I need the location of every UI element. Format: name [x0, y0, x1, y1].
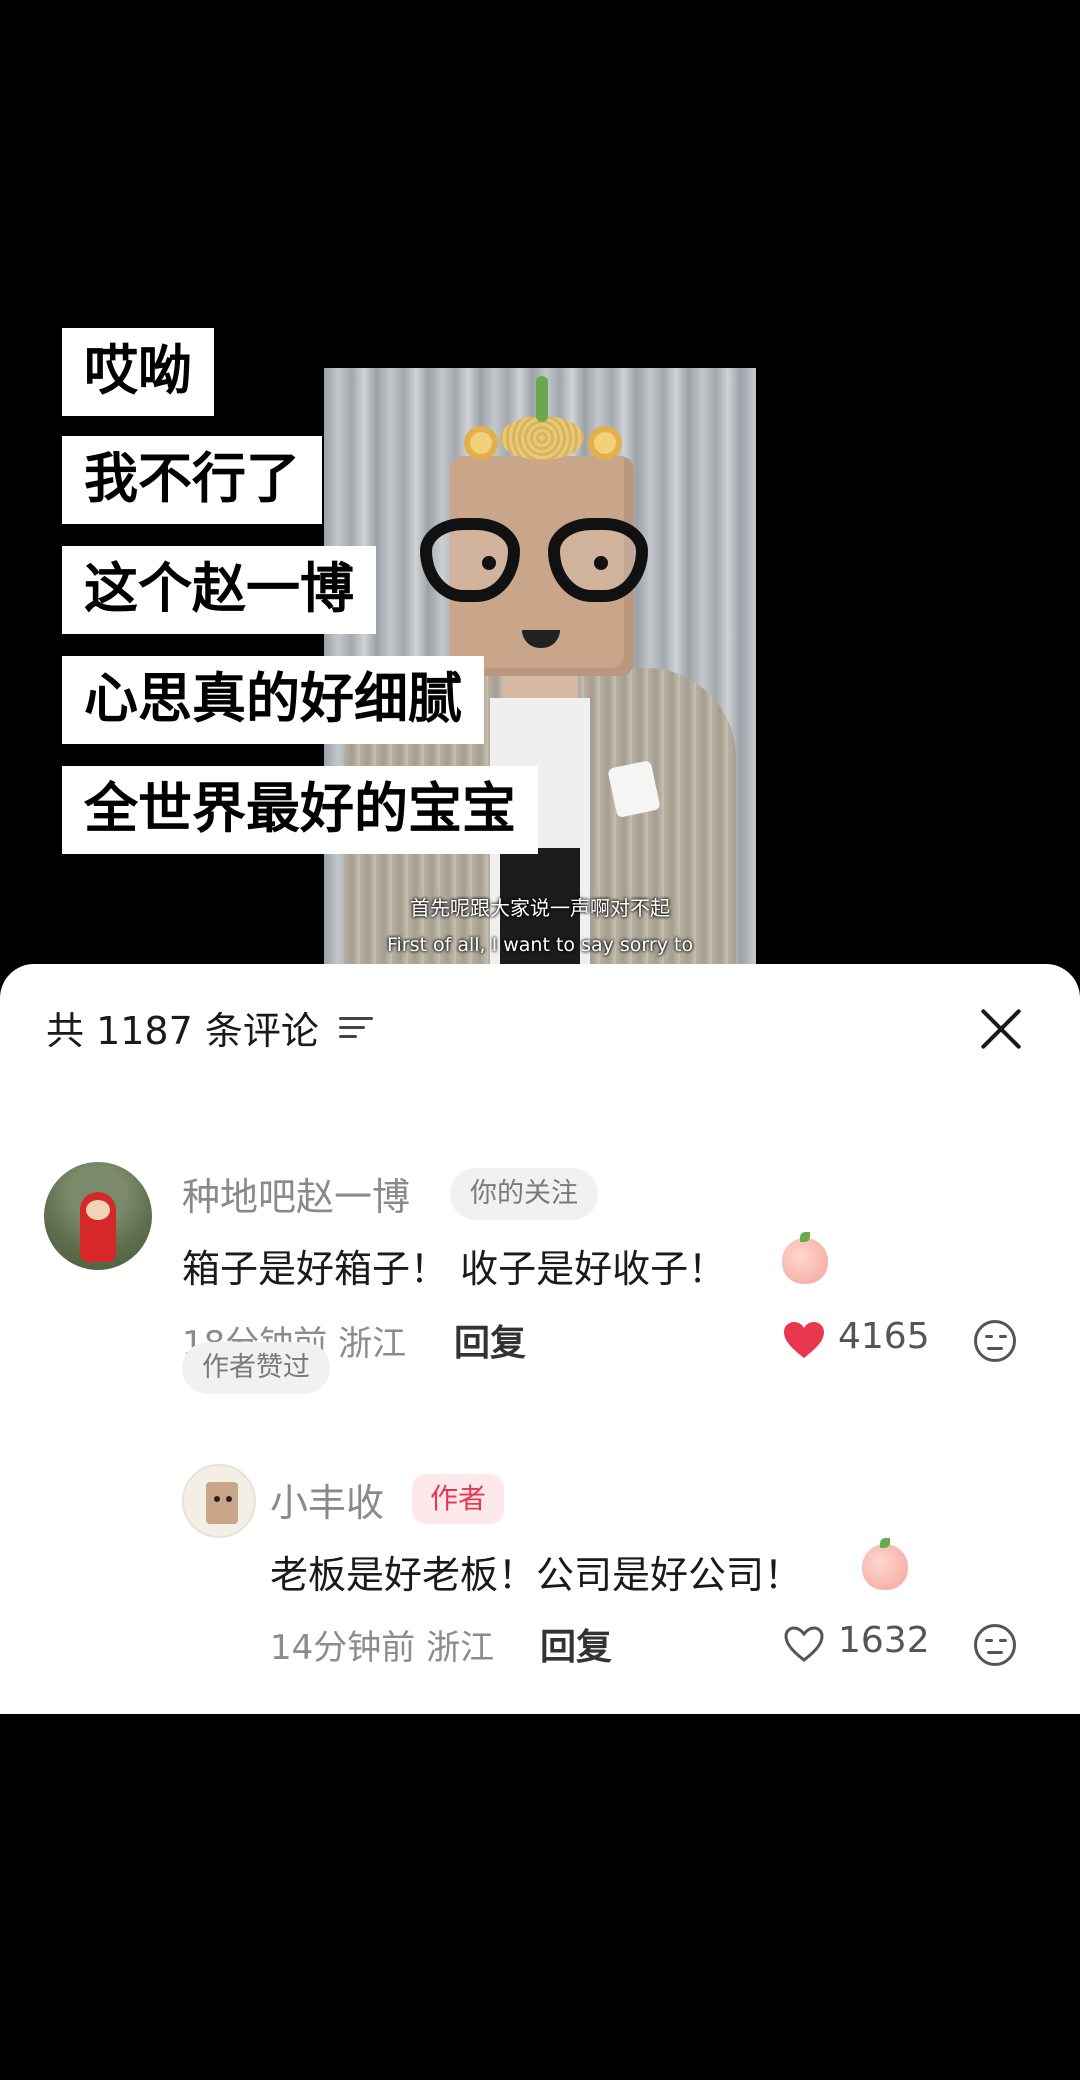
- dislike-face-icon[interactable]: [974, 1320, 1016, 1362]
- following-tag: 你的关注: [450, 1168, 598, 1220]
- comment-count: 共 1187 条评论: [46, 1008, 319, 1053]
- peach-cry-emoji: [862, 1538, 908, 1590]
- bottom-black-area: [0, 1714, 1080, 2080]
- mini-eye-left: [214, 1496, 220, 1502]
- video-player[interactable]: 首先呢跟大家说一声啊对不起 First of all, I want to sa…: [0, 0, 1080, 980]
- comment-username[interactable]: 种地吧赵一博: [182, 1166, 410, 1221]
- like-count: 1632: [838, 1620, 930, 1661]
- author-tag: 作者: [412, 1474, 505, 1524]
- mini-eye-right: [226, 1496, 232, 1502]
- comments-sheet: 共 1187 条评论 种地吧赵一博 你的关注 箱子是好箱子！ 收子是好收子！ 1…: [0, 964, 1080, 1714]
- heart-glasses: [420, 518, 664, 608]
- like-count: 4165: [838, 1316, 930, 1357]
- sort-icon[interactable]: [338, 1013, 373, 1041]
- curl-right: [588, 426, 622, 460]
- avatar[interactable]: [44, 1162, 152, 1270]
- caption-line-2: 我不行了: [62, 436, 322, 524]
- caption-line-5: 全世界最好的宝宝: [62, 766, 538, 854]
- nest-hat: [500, 416, 584, 460]
- reply-button[interactable]: 回复: [454, 1314, 526, 1366]
- subtitle-en: First of all, I want to say sorry to: [386, 934, 694, 956]
- curl-left: [464, 426, 498, 460]
- comment-text[interactable]: 箱子是好箱子！ 收子是好收子！: [182, 1238, 726, 1293]
- caption-line-4: 心思真的好细腻: [62, 656, 484, 744]
- heart-outline-icon[interactable]: [782, 1624, 826, 1664]
- teletubby-face: [86, 1200, 110, 1220]
- dislike-face-icon[interactable]: [974, 1624, 1016, 1666]
- subtitle-cn: 首先呢跟大家说一声啊对不起: [410, 896, 670, 920]
- peach-blush-emoji: [782, 1232, 828, 1284]
- sprout: [536, 376, 548, 422]
- mini-box-head: [206, 1482, 238, 1524]
- caption-line-3: 这个赵一博: [62, 546, 376, 634]
- caption-line-1: 哎呦: [62, 328, 214, 416]
- avatar[interactable]: [182, 1464, 256, 1538]
- reply-username[interactable]: 小丰收: [270, 1472, 384, 1527]
- heart-filled-icon[interactable]: [782, 1320, 826, 1360]
- reply-button[interactable]: 回复: [540, 1618, 612, 1670]
- author-liked-badge: 作者赞过: [182, 1342, 330, 1394]
- comments-header: 共 1187 条评论: [46, 1002, 373, 1053]
- reply-text[interactable]: 老板是好老板！公司是好公司！: [270, 1544, 802, 1599]
- close-icon[interactable]: [978, 1006, 1024, 1052]
- reply-time-location: 14分钟前 浙江: [270, 1628, 495, 1668]
